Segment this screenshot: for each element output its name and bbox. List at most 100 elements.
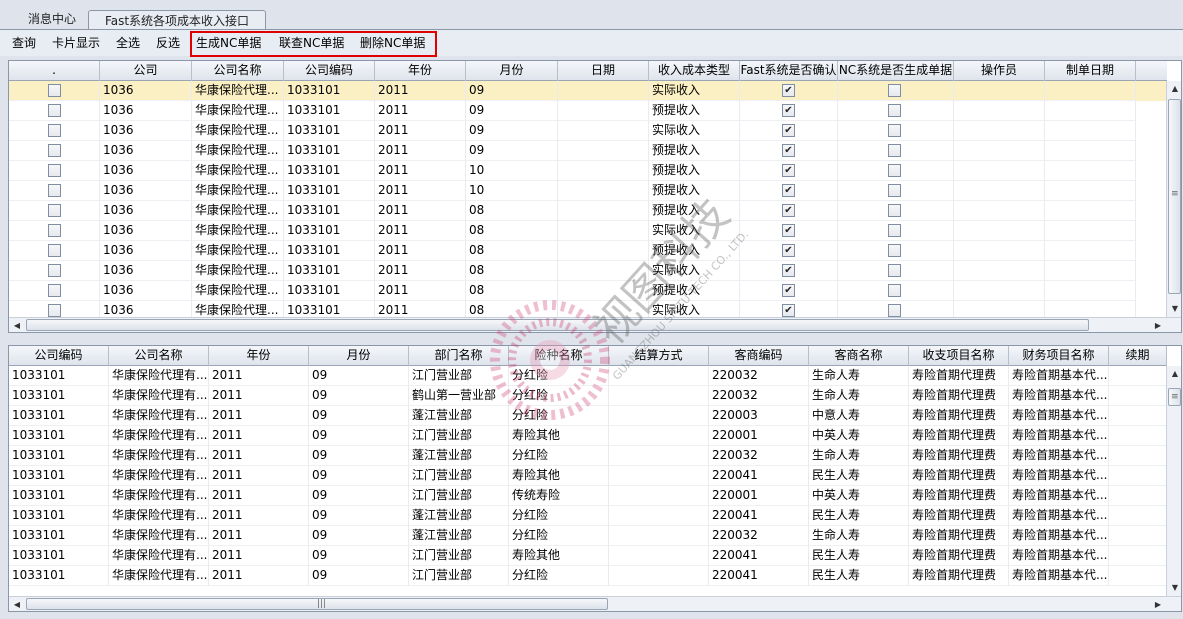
bottom-col-header[interactable]: 客商名称 xyxy=(809,346,909,366)
scroll-left-arrow-icon[interactable]: ◀ xyxy=(9,597,25,611)
row-select-checkbox[interactable] xyxy=(48,204,61,217)
top-vertical-scroll-thumb[interactable]: ≡ xyxy=(1168,99,1181,294)
fast-confirmed-checkbox[interactable]: ✔ xyxy=(782,144,795,157)
table-row[interactable]: 1036 华康保险代理... 1033101 2011 10 预提收入 ✔ xyxy=(9,161,1166,181)
select-all-button[interactable]: 全选 xyxy=(116,34,140,52)
table-row[interactable]: 1036 华康保险代理... 1033101 2011 09 预提收入 ✔ xyxy=(9,141,1166,161)
table-row[interactable]: 1036 华康保险代理... 1033101 2011 09 实际收入 ✔ xyxy=(9,81,1166,101)
top-col-header[interactable]: 公司编码 xyxy=(284,61,375,81)
bottom-horizontal-scroll-thumb[interactable]: ||| xyxy=(26,598,608,610)
fast-confirmed-checkbox[interactable]: ✔ xyxy=(782,224,795,237)
nc-generated-checkbox[interactable] xyxy=(888,184,901,197)
top-horizontal-scroll-thumb[interactable] xyxy=(26,319,1089,331)
fast-confirmed-checkbox[interactable]: ✔ xyxy=(782,104,795,117)
delete-nc-button[interactable]: 删除NC单据 xyxy=(360,34,425,52)
card-view-button[interactable]: 卡片显示 xyxy=(52,34,100,52)
top-col-header[interactable]: 日期 xyxy=(558,61,649,81)
bottom-vertical-scroll-thumb[interactable]: ≡ xyxy=(1168,388,1181,406)
table-row[interactable]: 1033101 华康保险代理有... 2011 09 江门营业部 寿险其他 220001 中英… xyxy=(9,426,1167,446)
scroll-down-arrow-icon[interactable]: ▼ xyxy=(1167,580,1181,596)
bottom-col-header[interactable]: 险种名称 xyxy=(509,346,609,366)
top-col-header[interactable]: Fast系统是否确认 xyxy=(740,61,838,81)
table-row[interactable]: 1033101 华康保险代理有... 2011 09 蓬江营业部 分红险 220032 生命人… xyxy=(9,446,1167,466)
table-row[interactable]: 1036 华康保险代理... 1033101 2011 08 预提收入 ✔ xyxy=(9,201,1166,221)
bottom-col-header[interactable]: 收支项目名称 xyxy=(909,346,1009,366)
scroll-up-arrow-icon[interactable]: ▲ xyxy=(1167,81,1181,97)
row-select-checkbox[interactable] xyxy=(48,184,61,197)
tab-message-center[interactable]: 消息中心 xyxy=(14,9,88,30)
row-select-checkbox[interactable] xyxy=(48,304,61,317)
fast-confirmed-checkbox[interactable]: ✔ xyxy=(782,84,795,97)
scroll-right-arrow-icon[interactable]: ▶ xyxy=(1150,318,1166,332)
row-select-checkbox[interactable] xyxy=(48,124,61,137)
nc-generated-checkbox[interactable] xyxy=(888,284,901,297)
nc-generated-checkbox[interactable] xyxy=(888,104,901,117)
top-col-header[interactable]: . xyxy=(9,61,100,81)
top-col-header[interactable]: 操作员 xyxy=(954,61,1045,81)
top-col-header[interactable]: 收入成本类型 xyxy=(649,61,740,81)
table-row[interactable]: 1033101 华康保险代理有... 2011 09 江门营业部 寿险其他 220041 民生… xyxy=(9,546,1167,566)
bottom-col-header[interactable]: 财务项目名称 xyxy=(1009,346,1109,366)
top-vertical-scrollbar[interactable]: ▲ ≡ ▼ xyxy=(1166,81,1181,317)
fast-confirmed-checkbox[interactable]: ✔ xyxy=(782,164,795,177)
fast-confirmed-checkbox[interactable]: ✔ xyxy=(782,204,795,217)
nc-generated-checkbox[interactable] xyxy=(888,124,901,137)
bottom-col-header[interactable]: 公司编码 xyxy=(9,346,109,366)
top-col-header[interactable]: 月份 xyxy=(466,61,558,81)
nc-generated-checkbox[interactable] xyxy=(888,84,901,97)
generate-nc-button[interactable]: 生成NC单据 xyxy=(196,34,261,52)
table-row[interactable]: 1036 华康保险代理... 1033101 2011 09 预提收入 ✔ xyxy=(9,101,1166,121)
top-horizontal-scrollbar[interactable]: ◀ ▶ xyxy=(9,317,1181,332)
bottom-horizontal-scrollbar[interactable]: ◀ ||| ▶ xyxy=(9,596,1181,611)
bottom-col-header[interactable]: 年份 xyxy=(209,346,309,366)
table-row[interactable]: 1033101 华康保险代理有... 2011 09 蓬江营业部 分红险 220003 中意人… xyxy=(9,406,1167,426)
row-select-checkbox[interactable] xyxy=(48,244,61,257)
nc-generated-checkbox[interactable] xyxy=(888,164,901,177)
fast-confirmed-checkbox[interactable]: ✔ xyxy=(782,244,795,257)
table-row[interactable]: 1036 华康保险代理... 1033101 2011 08 预提收入 ✔ xyxy=(9,281,1166,301)
fast-confirmed-checkbox[interactable]: ✔ xyxy=(782,184,795,197)
table-row[interactable]: 1036 华康保险代理... 1033101 2011 10 预提收入 ✔ xyxy=(9,181,1166,201)
scroll-up-arrow-icon[interactable]: ▲ xyxy=(1167,366,1181,382)
nc-generated-checkbox[interactable] xyxy=(888,244,901,257)
fast-confirmed-checkbox[interactable]: ✔ xyxy=(782,124,795,137)
bottom-col-header[interactable]: 部门名称 xyxy=(409,346,509,366)
query-button[interactable]: 查询 xyxy=(12,34,36,52)
bottom-col-header[interactable]: 结算方式 xyxy=(609,346,709,366)
table-row[interactable]: 1033101 华康保险代理有... 2011 09 江门营业部 传统寿险 220001 中英… xyxy=(9,486,1167,506)
table-row[interactable]: 1033101 华康保险代理有... 2011 09 蓬江营业部 分红险 220032 生命人… xyxy=(9,526,1167,546)
table-row[interactable]: 1036 华康保险代理... 1033101 2011 08 实际收入 ✔ xyxy=(9,221,1166,241)
bottom-vertical-scrollbar[interactable]: ▲ ≡ ▼ xyxy=(1166,366,1181,596)
nc-generated-checkbox[interactable] xyxy=(888,264,901,277)
nc-generated-checkbox[interactable] xyxy=(888,204,901,217)
fast-confirmed-checkbox[interactable]: ✔ xyxy=(782,284,795,297)
bottom-col-header[interactable]: 客商编码 xyxy=(709,346,809,366)
scroll-left-arrow-icon[interactable]: ◀ xyxy=(9,318,25,332)
tab-fast-cost-income-interface[interactable]: Fast系统各项成本收入接口 xyxy=(88,10,266,31)
fast-confirmed-checkbox[interactable]: ✔ xyxy=(782,304,795,317)
table-row[interactable]: 1033101 华康保险代理有... 2011 09 鹤山第一营业部 分红险 220032 生… xyxy=(9,386,1167,406)
nc-generated-checkbox[interactable] xyxy=(888,144,901,157)
row-select-checkbox[interactable] xyxy=(48,264,61,277)
table-row[interactable]: 1033101 华康保险代理有... 2011 09 江门营业部 分红险 220041 民生人… xyxy=(9,566,1167,586)
nc-generated-checkbox[interactable] xyxy=(888,304,901,317)
table-row[interactable]: 1033101 华康保险代理有... 2011 09 江门营业部 寿险其他 220041 民生… xyxy=(9,466,1167,486)
top-col-header[interactable]: 制单日期 xyxy=(1045,61,1136,81)
row-select-checkbox[interactable] xyxy=(48,144,61,157)
top-col-header[interactable]: 公司 xyxy=(100,61,192,81)
top-col-header[interactable]: NC系统是否生成单据 xyxy=(838,61,954,81)
nc-generated-checkbox[interactable] xyxy=(888,224,901,237)
top-col-header[interactable]: 公司名称 xyxy=(192,61,284,81)
fast-confirmed-checkbox[interactable]: ✔ xyxy=(782,264,795,277)
row-select-checkbox[interactable] xyxy=(48,104,61,117)
invert-select-button[interactable]: 反选 xyxy=(156,34,180,52)
top-col-header[interactable]: 年份 xyxy=(375,61,466,81)
scroll-down-arrow-icon[interactable]: ▼ xyxy=(1167,301,1181,317)
table-row[interactable]: 1033101 华康保险代理有... 2011 09 江门营业部 分红险 220032 生命人… xyxy=(9,366,1167,386)
panel-splitter[interactable] xyxy=(0,333,1183,343)
table-row[interactable]: 1033101 华康保险代理有... 2011 09 蓬江营业部 分红险 220041 民生人… xyxy=(9,506,1167,526)
table-row[interactable]: 1036 华康保险代理... 1033101 2011 08 预提收入 ✔ xyxy=(9,241,1166,261)
table-row[interactable]: 1036 华康保险代理... 1033101 2011 08 实际收入 ✔ xyxy=(9,261,1166,281)
row-select-checkbox[interactable] xyxy=(48,224,61,237)
link-nc-button[interactable]: 联查NC单据 xyxy=(279,34,344,52)
